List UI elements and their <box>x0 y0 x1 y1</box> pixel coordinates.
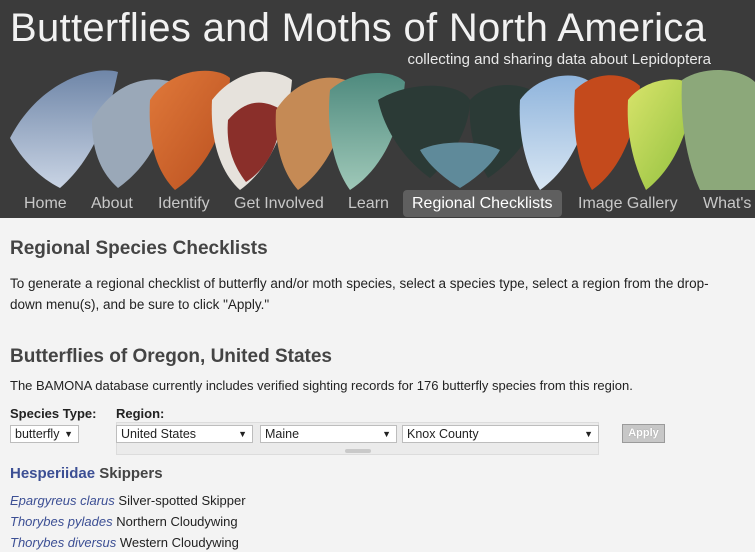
county-value: Knox County <box>407 427 479 441</box>
family-heading: Hesperiidae Skippers <box>10 465 163 482</box>
species-type-label: Species Type: <box>10 406 97 421</box>
species-scientific-name[interactable]: Thorybes diversus <box>10 535 116 550</box>
species-scientific-name[interactable]: Thorybes pylades <box>10 514 113 529</box>
region-label: Region: <box>116 406 165 421</box>
nav-regional-checklists[interactable]: Regional Checklists <box>403 190 562 217</box>
family-common-name: Skippers <box>99 465 163 482</box>
nav-whats-new[interactable]: What's <box>703 190 751 217</box>
country-value: United States <box>121 427 197 441</box>
nav-about[interactable]: About <box>91 190 133 217</box>
country-select[interactable]: United States ▼ <box>116 425 253 443</box>
dropdown-arrow-icon: ▼ <box>382 429 391 439</box>
checklist-title: Butterflies of Oregon, United States <box>10 346 332 367</box>
species-common-name: Northern Cloudywing <box>116 514 238 529</box>
nav-home[interactable]: Home <box>24 190 67 217</box>
nav-image-gallery[interactable]: Image Gallery <box>578 190 678 217</box>
record-count-note: The BAMONA database currently includes v… <box>10 378 633 393</box>
family-scientific-name[interactable]: Hesperiidae <box>10 465 95 482</box>
nav-learn[interactable]: Learn <box>348 190 389 217</box>
county-select[interactable]: Knox County ▼ <box>402 425 599 443</box>
nav-get-involved[interactable]: Get Involved <box>234 190 324 217</box>
site-title[interactable]: Butterflies and Moths of North America <box>10 6 706 51</box>
species-common-name: Western Cloudywing <box>119 535 239 550</box>
state-select[interactable]: Maine ▼ <box>260 425 397 443</box>
species-common-name: Silver-spotted Skipper <box>118 493 246 508</box>
apply-button[interactable]: Apply <box>622 424 665 443</box>
species-type-select[interactable]: butterfly ▼ <box>10 425 79 443</box>
page-title: Regional Species Checklists <box>10 238 268 259</box>
dropdown-arrow-icon: ▼ <box>64 429 73 439</box>
species-scientific-name[interactable]: Epargyreus clarus <box>10 493 115 508</box>
main-nav: Home About Identify Get Involved Learn R… <box>0 190 755 218</box>
resize-handle-icon[interactable] <box>345 449 371 453</box>
species-row: Thorybes diversus Western Cloudywing <box>10 535 239 550</box>
dropdown-arrow-icon: ▼ <box>584 429 593 439</box>
site-banner: Butterflies and Moths of North America c… <box>0 0 755 218</box>
state-value: Maine <box>265 427 300 441</box>
dropdown-arrow-icon: ▼ <box>238 429 247 439</box>
intro-text: To generate a regional checklist of butt… <box>10 276 709 312</box>
species-type-value: butterfly <box>15 427 60 441</box>
butterfly-banner-image <box>10 70 755 190</box>
nav-identify[interactable]: Identify <box>158 190 210 217</box>
species-row: Epargyreus clarus Silver-spotted Skipper <box>10 493 246 508</box>
species-row: Thorybes pylades Northern Cloudywing <box>10 514 238 529</box>
